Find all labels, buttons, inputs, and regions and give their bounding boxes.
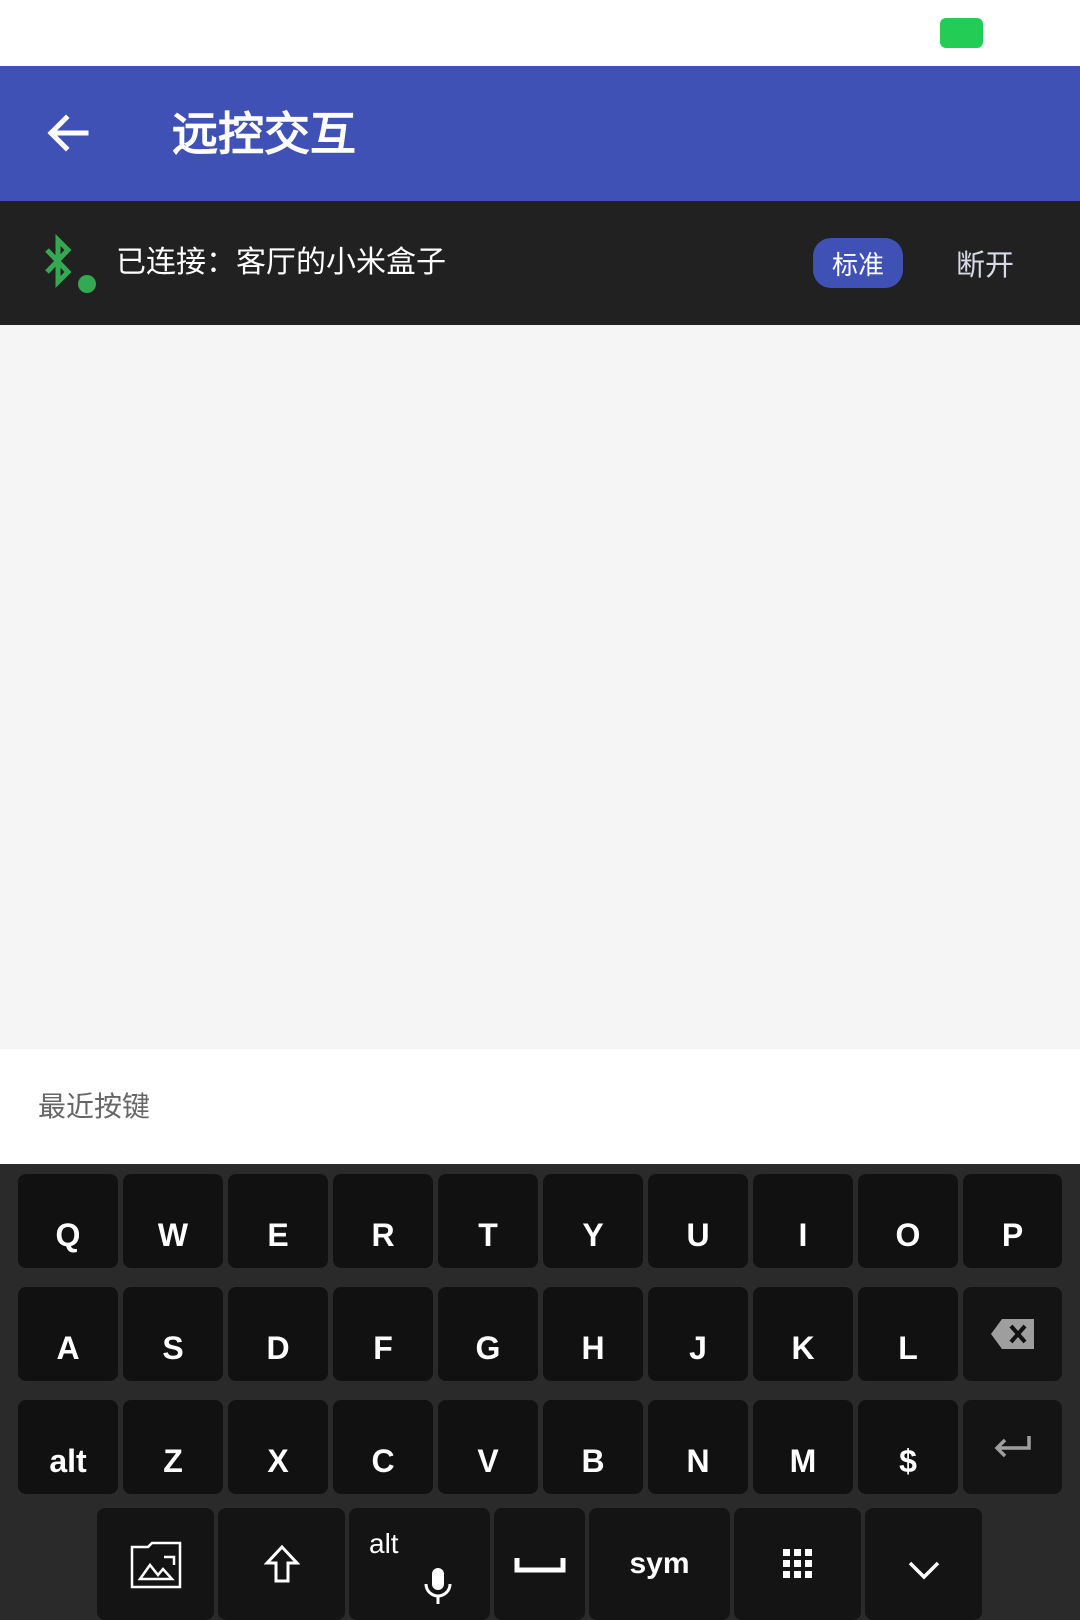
key[interactable]: P — [963, 1174, 1062, 1268]
key[interactable]: K — [753, 1287, 853, 1381]
voice-key[interactable]: alt — [349, 1508, 490, 1620]
folder-image-icon — [130, 1541, 181, 1589]
numpad-key[interactable] — [734, 1508, 861, 1620]
key[interactable]: T — [438, 1174, 538, 1268]
page-title: 远控交互 — [172, 107, 356, 161]
key[interactable]: R — [333, 1174, 433, 1268]
key[interactable]: $ — [858, 1400, 958, 1494]
key[interactable]: Z — [123, 1400, 223, 1494]
backspace-key[interactable] — [963, 1287, 1062, 1381]
app-bar: 远控交互 — [0, 66, 1080, 201]
key[interactable]: S — [123, 1287, 223, 1381]
key[interactable]: D — [228, 1287, 328, 1381]
grid-icon — [782, 1549, 812, 1578]
shift-key[interactable] — [218, 1508, 345, 1620]
key[interactable]: W — [123, 1174, 223, 1268]
battery-icon — [940, 18, 983, 48]
connection-bar: 已连接：客厅的小米盒子 标准 断开 — [0, 201, 1080, 325]
space-bar-icon — [514, 1558, 565, 1573]
remote-touch-area[interactable] — [0, 325, 1080, 1049]
key[interactable]: I — [753, 1174, 853, 1268]
soft-keyboard: Q W E R T Y U I O P A S D F G H J K L al… — [0, 1164, 1080, 1620]
sym-key[interactable]: sym — [589, 1508, 730, 1620]
key[interactable]: O — [858, 1174, 958, 1268]
key[interactable]: F — [333, 1287, 433, 1381]
key[interactable]: U — [648, 1174, 748, 1268]
disconnect-button[interactable]: 断开 — [940, 238, 1030, 288]
bluetooth-connected-icon — [40, 233, 100, 294]
key[interactable]: C — [333, 1400, 433, 1494]
key[interactable]: Y — [543, 1174, 643, 1268]
chevron-down-icon — [908, 1561, 939, 1580]
recent-keys-label: 最近按键 — [38, 1090, 151, 1123]
key[interactable]: E — [228, 1174, 328, 1268]
connection-status: 已连接：客厅的小米盒子 — [116, 245, 446, 280]
key[interactable]: G — [438, 1287, 538, 1381]
key[interactable]: Q — [18, 1174, 118, 1268]
recent-keys-section: 最近按键 — [0, 1049, 1080, 1164]
arrow-back-icon — [47, 114, 89, 152]
alt-label: alt — [369, 1528, 399, 1559]
hide-keyboard-key[interactable] — [865, 1508, 982, 1620]
back-button[interactable] — [36, 96, 100, 170]
enter-key[interactable] — [963, 1400, 1062, 1494]
enter-icon — [994, 1436, 1031, 1458]
key[interactable]: J — [648, 1287, 748, 1381]
key[interactable]: H — [543, 1287, 643, 1381]
alt-key[interactable]: alt — [18, 1400, 118, 1494]
key[interactable]: V — [438, 1400, 538, 1494]
key[interactable]: L — [858, 1287, 958, 1381]
screen: 远控交互 已连接：客厅的小米盒子 标准 断开 最近按键 Q W E R T Y … — [0, 0, 1080, 1620]
mode-chip-standard[interactable]: 标准 — [813, 238, 903, 288]
backspace-icon — [990, 1319, 1034, 1349]
space-key[interactable] — [494, 1508, 585, 1620]
key[interactable]: X — [228, 1400, 328, 1494]
key[interactable]: A — [18, 1287, 118, 1381]
clipboard-key[interactable] — [97, 1508, 214, 1620]
key[interactable]: N — [648, 1400, 748, 1494]
status-bar — [0, 0, 1080, 66]
key[interactable]: B — [543, 1400, 643, 1494]
microphone-icon — [424, 1568, 451, 1604]
key[interactable]: M — [753, 1400, 853, 1494]
shift-icon — [263, 1544, 300, 1583]
